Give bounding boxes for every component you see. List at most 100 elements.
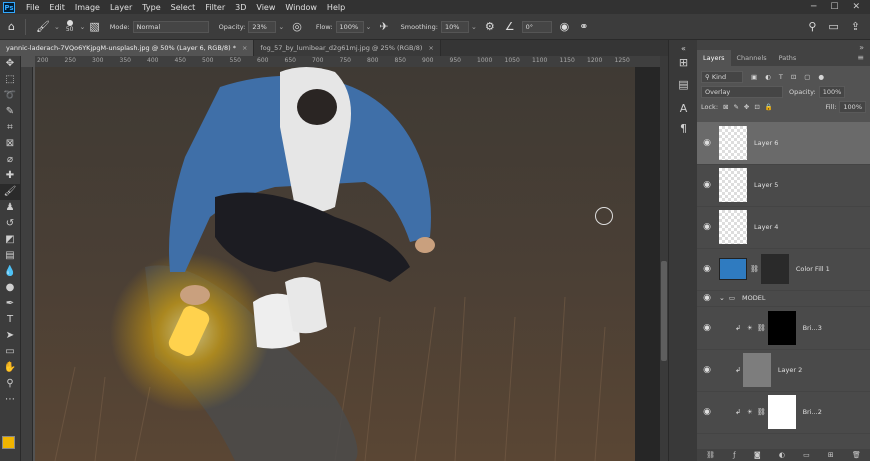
gradient-tool-icon[interactable]: ▤ — [0, 248, 20, 264]
hand-tool-icon[interactable]: ✋ — [0, 360, 20, 376]
eye-icon[interactable]: ◉ — [697, 293, 717, 303]
layer-row[interactable]: ◉ Layer 4 — [697, 206, 870, 249]
eye-icon[interactable]: ◉ — [697, 264, 717, 274]
brush-settings-icon[interactable]: ▧ — [89, 20, 99, 33]
pressure-size-icon[interactable]: ◉ — [560, 20, 570, 33]
new-layer-icon[interactable]: ⊞ — [828, 451, 834, 459]
path-selection-tool-icon[interactable]: ➤ — [0, 328, 20, 344]
collapse-icon[interactable]: » — [859, 43, 864, 52]
lock-transparent-icon[interactable]: ⊠ — [723, 103, 728, 111]
new-group-icon[interactable]: ▭ — [803, 451, 810, 459]
filter-pixel-icon[interactable]: ▣ — [751, 73, 757, 81]
eye-icon[interactable]: ◉ — [697, 222, 717, 232]
home-icon[interactable]: ⌂ — [8, 20, 15, 33]
eraser-tool-icon[interactable]: ◩ — [0, 232, 20, 248]
eye-icon[interactable]: ◉ — [697, 323, 717, 333]
zoom-tool-icon[interactable]: ⚲ — [0, 376, 20, 392]
flow-field[interactable]: 100% — [335, 20, 364, 33]
fill-field[interactable]: 100% — [839, 100, 866, 113]
clone-stamp-tool-icon[interactable]: ♟ — [0, 200, 20, 216]
search-icon[interactable]: ⚲ — [808, 20, 816, 33]
layer-row[interactable]: ◉ ↲ ☀ ⛓ Bri...3 — [697, 307, 870, 350]
filter-kind-dropdown[interactable]: ⚲ Kind — [701, 70, 743, 83]
menu-help[interactable]: Help — [322, 3, 350, 12]
brush-tool-icon[interactable]: 🖌 — [0, 184, 20, 200]
history-panel-icon[interactable]: ⊞ — [669, 56, 698, 69]
menu-3d[interactable]: 3D — [230, 3, 251, 12]
menu-file[interactable]: File — [21, 3, 44, 12]
group-row[interactable]: ◉ ⌄ ▭ MODEL — [697, 290, 870, 307]
symmetry-icon[interactable]: ⚭ — [579, 20, 588, 33]
filter-smart-object-icon[interactable]: ▢ — [804, 73, 810, 81]
fx-icon[interactable]: ƒ — [733, 451, 735, 459]
filter-toggle-icon[interactable]: ● — [818, 73, 824, 81]
lock-all-icon[interactable]: 🔒 — [765, 103, 773, 111]
lock-image-icon[interactable]: ✎ — [733, 103, 738, 111]
airbrush-icon[interactable]: ✈ — [379, 20, 388, 33]
marquee-tool-icon[interactable]: ⬚ — [0, 72, 20, 88]
brush-tool-icon[interactable]: 🖌 — [36, 20, 50, 33]
layer-row[interactable]: ◉ Layer 6 — [697, 122, 870, 165]
history-brush-tool-icon[interactable]: ↺ — [0, 216, 20, 232]
blend-mode-dropdown[interactable]: Overlay — [701, 85, 783, 98]
dodge-tool-icon[interactable]: ● — [0, 280, 20, 296]
layer-row[interactable]: ◉ ↲ ☀ ⛓ Bri...2 — [697, 391, 870, 434]
scrollbar-thumb[interactable] — [661, 261, 667, 361]
edit-toolbar-icon[interactable]: ⋯ — [0, 392, 20, 408]
menu-image[interactable]: Image — [70, 3, 105, 12]
tab-document-2[interactable]: fog_57_by_lumibear_d2g61mj.jpg @ 25% (RG… — [254, 40, 441, 56]
menu-select[interactable]: Select — [166, 3, 201, 12]
layer-row[interactable]: ◉ ⛓ Color Fill 1 — [697, 248, 870, 291]
delete-layer-icon[interactable]: 🗑 — [852, 451, 861, 459]
tab-document-1[interactable]: yannic-laderach-7VQo6YKjpgM-unsplash.jpg… — [0, 40, 255, 56]
maximize-icon[interactable]: ☐ — [830, 2, 838, 12]
smoothing-chevron-icon[interactable]: ⌄ — [471, 23, 477, 31]
tab-paths[interactable]: Paths — [773, 50, 803, 66]
type-tool-icon[interactable]: T — [0, 312, 20, 328]
smoothing-field[interactable]: 10% — [440, 20, 469, 33]
group-expand-chevron-icon[interactable]: ⌄ — [719, 294, 725, 302]
new-adjustment-icon[interactable]: ◐ — [779, 451, 785, 459]
panel-menu-icon[interactable]: ≡ — [857, 53, 864, 62]
pressure-opacity-icon[interactable]: ◎ — [292, 20, 302, 33]
quick-select-tool-icon[interactable]: ✎ — [0, 104, 20, 120]
filter-type-icon[interactable]: T — [779, 73, 783, 81]
character-panel-icon[interactable]: A — [669, 102, 698, 115]
rectangle-tool-icon[interactable]: ▭ — [0, 344, 20, 360]
smoothing-options-gear-icon[interactable]: ⚙ — [485, 20, 495, 33]
menu-filter[interactable]: Filter — [200, 3, 230, 12]
brush-picker-chevron-icon[interactable]: ⌄ — [79, 23, 85, 31]
link-icon[interactable]: ⛓ — [757, 324, 766, 332]
tab-channels[interactable]: Channels — [731, 50, 773, 66]
healing-brush-tool-icon[interactable]: ✚ — [0, 168, 20, 184]
link-icon[interactable]: ⛓ — [757, 408, 766, 416]
move-tool-icon[interactable]: ✥ — [0, 56, 20, 72]
share-icon[interactable]: ⇪ — [851, 20, 860, 33]
opacity-field[interactable]: 100% — [818, 85, 846, 98]
paragraph-panel-icon[interactable]: ¶ — [669, 122, 698, 135]
lasso-tool-icon[interactable]: ➰ — [0, 88, 20, 104]
layer-row[interactable]: ◉ Layer 5 — [697, 164, 870, 207]
properties-panel-icon[interactable]: ▤ — [669, 78, 698, 91]
brush-size-picker[interactable]: 50 — [66, 20, 73, 33]
vertical-scrollbar[interactable] — [660, 56, 668, 461]
add-mask-icon[interactable]: ◙ — [754, 451, 761, 459]
eye-icon[interactable]: ◉ — [697, 180, 717, 190]
collapse-panels-icon[interactable]: « — [669, 44, 698, 53]
menu-layer[interactable]: Layer — [105, 3, 137, 12]
layer-row[interactable]: ◉ ↲ Layer 2 — [697, 349, 870, 392]
eye-icon[interactable]: ◉ — [697, 138, 717, 148]
menu-window[interactable]: Window — [280, 3, 322, 12]
tool-preset-chevron-icon[interactable]: ⌄ — [54, 23, 60, 31]
crop-tool-icon[interactable]: ⌗ — [0, 120, 20, 136]
close-tab-icon[interactable]: × — [242, 44, 247, 52]
pen-tool-icon[interactable]: ✒ — [0, 296, 20, 312]
document-canvas[interactable] — [35, 67, 635, 461]
tab-layers[interactable]: Layers — [697, 50, 731, 66]
opacity-chevron-icon[interactable]: ⌄ — [278, 23, 284, 31]
mode-dropdown[interactable]: Normal — [132, 20, 209, 33]
flow-chevron-icon[interactable]: ⌄ — [366, 23, 372, 31]
lock-artboard-icon[interactable]: ⊡ — [754, 103, 759, 111]
filter-adjustment-icon[interactable]: ◐ — [765, 73, 771, 81]
link-icon[interactable]: ⛓ — [750, 265, 759, 273]
